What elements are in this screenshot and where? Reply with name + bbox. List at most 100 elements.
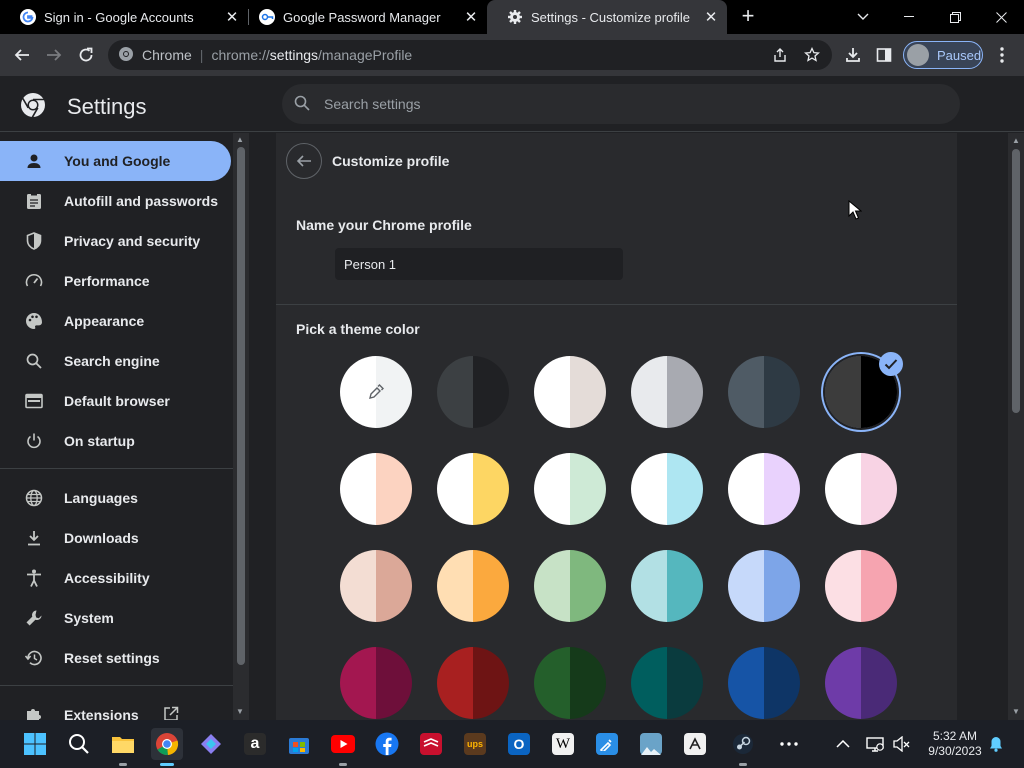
settings-sidebar: You and Google Autofill and passwords Pr… <box>0 133 233 720</box>
search-settings-input[interactable]: Search settings <box>282 84 960 124</box>
more-apps-icon[interactable] <box>773 728 805 760</box>
swatch-right-half <box>861 647 897 719</box>
taskbar-clock[interactable]: 5:32 AM 9/30/2023 <box>920 729 990 759</box>
scroll-down-arrow-icon[interactable]: ▼ <box>236 707 244 716</box>
custom-color-picker[interactable] <box>340 356 412 428</box>
theme-color-swatch[interactable] <box>340 647 412 719</box>
show-hidden-icons-chevron-icon[interactable] <box>836 720 850 768</box>
side-panel-icon[interactable] <box>870 41 898 69</box>
reload-icon[interactable] <box>72 41 100 69</box>
network-icon[interactable] <box>866 720 884 768</box>
clipboard-icon <box>24 191 44 211</box>
forward-arrow-icon[interactable] <box>40 41 68 69</box>
theme-color-swatch[interactable] <box>728 647 800 719</box>
theme-color-swatch[interactable] <box>825 352 903 428</box>
sidebar-item-extensions[interactable]: Extensions <box>0 695 231 720</box>
theme-color-swatch[interactable] <box>631 453 703 525</box>
theme-color-swatch[interactable] <box>728 453 800 525</box>
windows-start-icon[interactable] <box>19 728 51 760</box>
scroll-up-arrow-icon[interactable]: ▲ <box>236 135 244 144</box>
file-explorer-icon[interactable] <box>107 728 139 766</box>
chrome-site-icon <box>118 46 134 65</box>
sidebar-item-on-startup[interactable]: On startup <box>0 421 231 461</box>
scroll-up-arrow-icon[interactable]: ▲ <box>1012 136 1020 145</box>
sidebar-scrollbar[interactable]: ▲ ▼ <box>233 133 249 720</box>
copilot-icon[interactable] <box>195 728 227 760</box>
outlook-icon[interactable]: O <box>503 728 535 760</box>
palette-icon <box>24 311 44 331</box>
steam-icon[interactable] <box>727 728 759 766</box>
main-scrollbar[interactable]: ▲ ▼ <box>1008 133 1024 720</box>
theme-color-swatch[interactable] <box>437 453 509 525</box>
sidebar-item-autofill[interactable]: Autofill and passwords <box>0 181 231 221</box>
download-icon[interactable] <box>839 41 867 69</box>
theme-color-swatch[interactable] <box>437 550 509 622</box>
sidebar-item-you-and-google[interactable]: You and Google <box>0 141 231 181</box>
adobe-acrobat-icon[interactable] <box>679 728 711 760</box>
theme-color-swatch[interactable] <box>534 356 606 428</box>
scrollbar-thumb[interactable] <box>1012 149 1020 413</box>
notification-bell-icon[interactable] <box>989 720 1003 768</box>
minimize-icon[interactable] <box>886 0 932 34</box>
sidebar-item-system[interactable]: System <box>0 598 231 638</box>
sidebar-item-default-browser[interactable]: Default browser <box>0 381 231 421</box>
theme-color-swatch[interactable] <box>631 647 703 719</box>
theme-color-swatch[interactable] <box>534 647 606 719</box>
sidebar-item-search-engine[interactable]: Search engine <box>0 341 231 381</box>
microsoft-store-icon[interactable] <box>283 728 315 760</box>
ups-icon[interactable]: ups <box>459 728 491 760</box>
tab-google-accounts[interactable]: Sign in - Google Accounts ✕ <box>0 0 248 34</box>
swatch-left-half <box>825 453 861 525</box>
theme-color-swatch[interactable] <box>825 453 897 525</box>
sidebar-item-accessibility[interactable]: Accessibility <box>0 558 231 598</box>
wikipedia-icon[interactable]: W <box>547 728 579 760</box>
profile-name-input[interactable] <box>335 248 623 280</box>
photos-icon[interactable] <box>635 728 667 760</box>
sidebar-item-performance[interactable]: Performance <box>0 261 231 301</box>
youtube-icon[interactable] <box>327 728 359 766</box>
back-button[interactable] <box>286 143 322 179</box>
back-arrow-icon[interactable] <box>8 41 36 69</box>
close-tab-icon[interactable]: ✕ <box>461 8 481 26</box>
close-window-icon[interactable] <box>978 0 1024 34</box>
theme-color-swatch[interactable] <box>437 356 509 428</box>
theme-color-swatch[interactable] <box>728 550 800 622</box>
facebook-icon[interactable] <box>371 728 403 760</box>
share-icon[interactable] <box>772 47 788 66</box>
sidebar-item-downloads[interactable]: Downloads <box>0 518 231 558</box>
theme-color-swatch[interactable] <box>631 550 703 622</box>
tab-search-chevron-icon[interactable] <box>840 0 886 34</box>
chrome-taskbar-icon[interactable] <box>151 728 183 766</box>
profile-paused-button[interactable]: Paused <box>903 41 983 69</box>
tab-settings-customize-profile[interactable]: Settings - Customize profile ✕ <box>487 0 727 34</box>
theme-color-swatch[interactable] <box>825 647 897 719</box>
close-tab-icon[interactable]: ✕ <box>701 8 721 26</box>
theme-color-swatch[interactable] <box>825 550 897 622</box>
bank-of-america-icon[interactable] <box>415 728 447 760</box>
theme-color-swatch[interactable] <box>534 550 606 622</box>
scrollbar-thumb[interactable] <box>237 147 245 665</box>
theme-color-swatch[interactable] <box>340 550 412 622</box>
tab-password-manager[interactable]: Google Password Manager ✕ <box>239 0 487 34</box>
sidebar-item-privacy[interactable]: Privacy and security <box>0 221 231 261</box>
restore-icon[interactable] <box>932 0 978 34</box>
sidebar-item-reset-settings[interactable]: Reset settings <box>0 638 231 678</box>
taskbar-search-icon[interactable] <box>63 728 95 760</box>
theme-color-swatch[interactable] <box>728 356 800 428</box>
puzzle-icon <box>24 705 44 720</box>
amazon-icon[interactable]: a <box>239 728 271 760</box>
volume-muted-icon[interactable] <box>893 720 911 768</box>
bookmark-star-icon[interactable] <box>804 46 820 66</box>
new-tab-button[interactable]: + <box>736 4 760 30</box>
swatch-right-half <box>667 647 703 719</box>
theme-color-swatch[interactable] <box>437 647 509 719</box>
scroll-down-arrow-icon[interactable]: ▼ <box>1012 707 1020 716</box>
theme-color-swatch[interactable] <box>631 356 703 428</box>
theme-color-swatch[interactable] <box>340 453 412 525</box>
sidebar-item-appearance[interactable]: Appearance <box>0 301 231 341</box>
more-menu-icon[interactable] <box>988 41 1016 69</box>
sidebar-item-languages[interactable]: Languages <box>0 478 231 518</box>
address-bar[interactable]: Chrome | chrome://settings/manageProfile <box>108 40 832 70</box>
photo-editor-icon[interactable] <box>591 728 623 760</box>
theme-color-swatch[interactable] <box>534 453 606 525</box>
